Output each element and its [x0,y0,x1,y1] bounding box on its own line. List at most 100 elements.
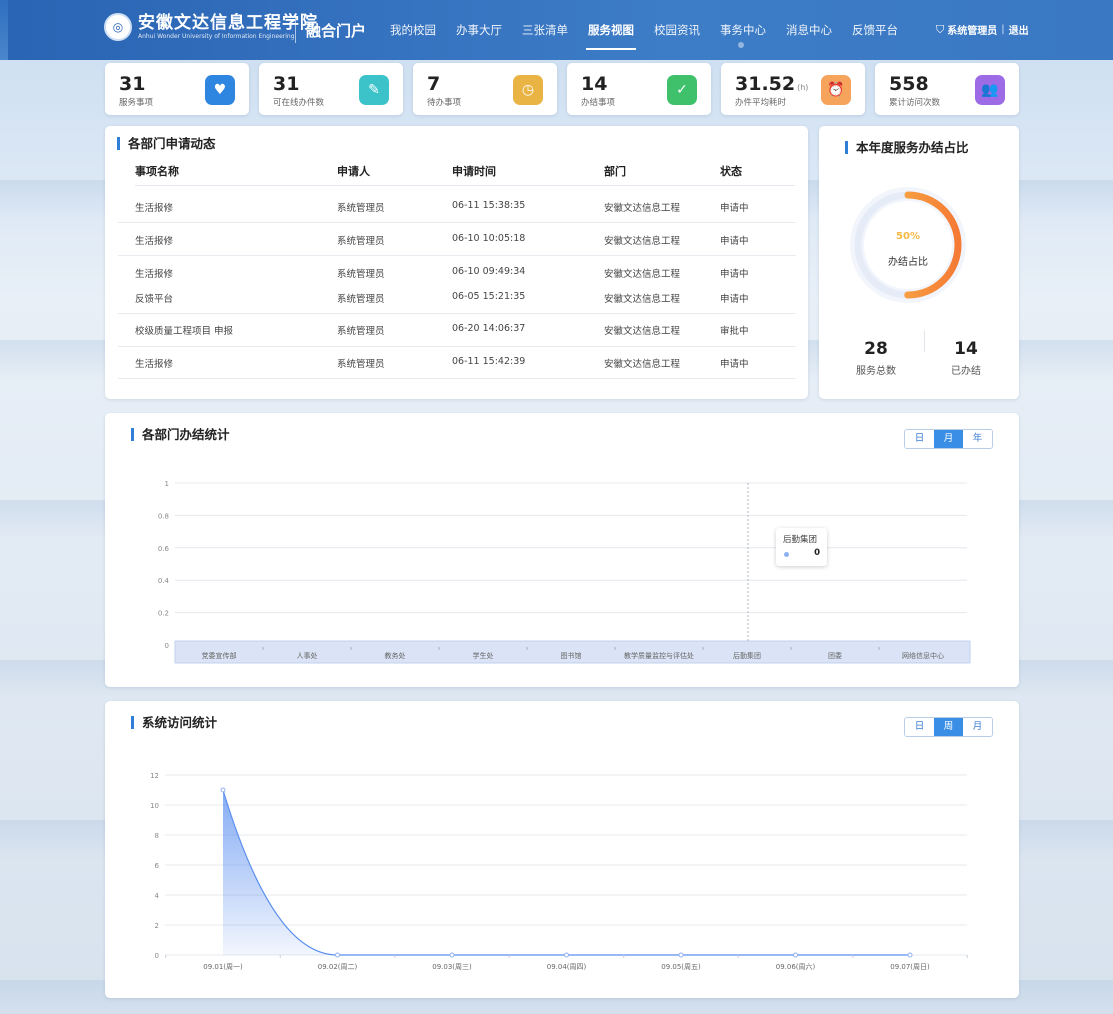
table-cell: 06-11 15:42:39 [452,356,526,367]
col-applicant: 申请人 [337,165,370,178]
table-cell: 申请中 [720,236,749,247]
y-tick-label: 1 [165,480,169,488]
y-tick-label: 0.4 [158,577,170,585]
data-point[interactable] [449,952,455,958]
y-tick-label: 12 [150,772,159,780]
table-header: 事项名称 申请人 申请时间 部门 状态 [135,160,795,186]
nav-item-1[interactable]: 办事大厅 [446,0,512,60]
col-item-name: 事项名称 [135,165,179,178]
school-logo[interactable]: ◎ 安徽文达信息工程学院 Anhui Wonder University of … [104,13,318,41]
y-tick-label: 0.6 [158,545,170,553]
x-tick-label: 09.02(周二) [318,963,358,971]
table-cell: 安徽文达信息工程 [604,294,681,305]
table-cell: 生活报修 [135,236,174,247]
table-cell: 生活报修 [135,203,174,214]
x-tick-label: 图书馆 [561,651,582,660]
completion-donut: 50% 办结占比 [846,183,970,307]
row-divider [118,222,796,223]
y-tick-label: 2 [155,922,159,930]
table-cell: 系统管理员 [337,203,385,214]
stat-label: 待办事项 [427,98,462,108]
stat-label: 办结事项 [581,98,616,108]
row-divider [118,378,796,379]
nav-item-4[interactable]: 校园资讯 [644,0,710,60]
school-name: 安徽文达信息工程学院 [138,12,318,33]
table-cell: 系统管理员 [337,359,385,370]
nav-item-5[interactable]: 事务中心 [710,0,776,60]
x-tick-label: 网络信息中心 [902,651,944,660]
dept-apply-title: 各部门申请动态 [117,137,216,150]
table-cell: 审批中 [720,326,749,337]
stat-label: 办件平均耗时 [735,98,787,108]
stat-card[interactable]: 7 待办事项 ◷ [413,63,557,115]
x-tick-label: 党委宣传部 [202,651,237,660]
header-divider [295,17,296,43]
data-point[interactable] [678,952,684,958]
table-cell: 申请中 [720,359,749,370]
stat-label: 累计访问次数 [889,98,941,108]
completed-label: 已办结 [951,366,981,377]
data-point[interactable] [220,787,226,793]
table-cell: 生活报修 [135,359,174,370]
table-cell: 安徽文达信息工程 [604,359,681,370]
data-point[interactable] [335,952,340,958]
nav-item-2[interactable]: 三张清单 [512,0,578,60]
table-cell: 生活报修 [135,269,174,280]
table-cell: 申请中 [720,269,749,280]
x-tick-label: 后勤集团 [733,651,761,660]
stat-value: 7 [427,73,441,95]
x-tick-label: 09.07(周日) [890,963,930,971]
x-tick-label: 09.05(周五) [661,963,701,971]
stat-card[interactable]: 31.52 (h) 办件平均耗时 ⏰ [721,63,865,115]
area-fill [223,790,910,955]
table-cell: 06-11 15:38:35 [452,200,526,211]
stat-card[interactable]: 558 累计访问次数 👥 [875,63,1019,115]
completion-title: 本年度服务办结占比 [845,141,969,154]
stat-card[interactable]: 31 可在线办件数 ✎ [259,63,403,115]
data-point[interactable] [564,952,569,958]
school-name-en: Anhui Wonder University of Information E… [138,32,295,40]
main-nav: 我的校园 办事大厅 三张清单 服务视图 校园资讯 事务中心 消息中心 反馈平台 [380,0,908,60]
nav-item-3[interactable]: 服务视图 [578,0,644,60]
stat-value: 31 [273,73,300,95]
stat-card[interactable]: 14 办结事项 ✓ [567,63,711,115]
series-line [222,789,910,956]
alarm-clock-icon: ⏰ [821,75,851,105]
nav-item-6[interactable]: 消息中心 [776,0,842,60]
top-header: ◎ 安徽文达信息工程学院 Anhui Wonder University of … [8,0,1113,60]
table-cell: 申请中 [720,203,749,214]
table-cell: 反馈平台 [135,294,174,305]
document-check-icon: ✓ [667,75,697,105]
col-department: 部门 [604,165,626,178]
table-cell: 安徽文达信息工程 [604,269,681,280]
table-cell: 系统管理员 [337,269,385,280]
donut-label: 办结占比 [888,257,928,268]
nav-item-0[interactable]: 我的校园 [380,0,446,60]
donut-svg [850,187,966,303]
total-services-value: 28 [864,339,888,359]
row-divider [118,255,796,256]
table-cell: 安徽文达信息工程 [604,236,681,247]
y-tick-label: 0 [165,642,169,650]
logout-link[interactable]: 退出 [1009,22,1029,37]
y-tick-label: 8 [155,832,159,840]
x-tick-label: 09.03(周三) [432,963,472,971]
dept-bar-chart: 0 0.2 0.4 0.6 0.8 1 党委宣传部 人事处 教务处 学生处 图书馆 教学质量监控与评估… [158,480,971,664]
user-box: ⛉ 系统管理员 | 退出 [936,22,1029,38]
nav-item-7[interactable]: 反馈平台 [842,0,908,60]
x-tick-label: 教学质量监控与评估处 [624,651,694,660]
stat-value: 14 [581,73,608,95]
col-apply-time: 申请时间 [452,165,496,178]
table-cell: 06-10 09:49:34 [452,266,526,277]
data-point[interactable] [907,952,913,958]
document-edit-icon: ✎ [359,75,389,105]
summary-divider [924,330,925,352]
stat-card[interactable]: 31 服务事项 ♥ [105,63,249,115]
data-point[interactable] [793,952,798,958]
x-tick-label: 教务处 [385,651,406,660]
table-cell: 系统管理员 [337,236,385,247]
visit-area-chart: 0 2 4 6 8 10 12 09.01(周一) 09.02(周二) 09.03(周三) 09.0… [150,772,968,971]
table-cell: 系统管理员 [337,294,385,305]
y-tick-label: 10 [150,802,159,810]
username-link[interactable]: 系统管理员 [947,22,997,37]
